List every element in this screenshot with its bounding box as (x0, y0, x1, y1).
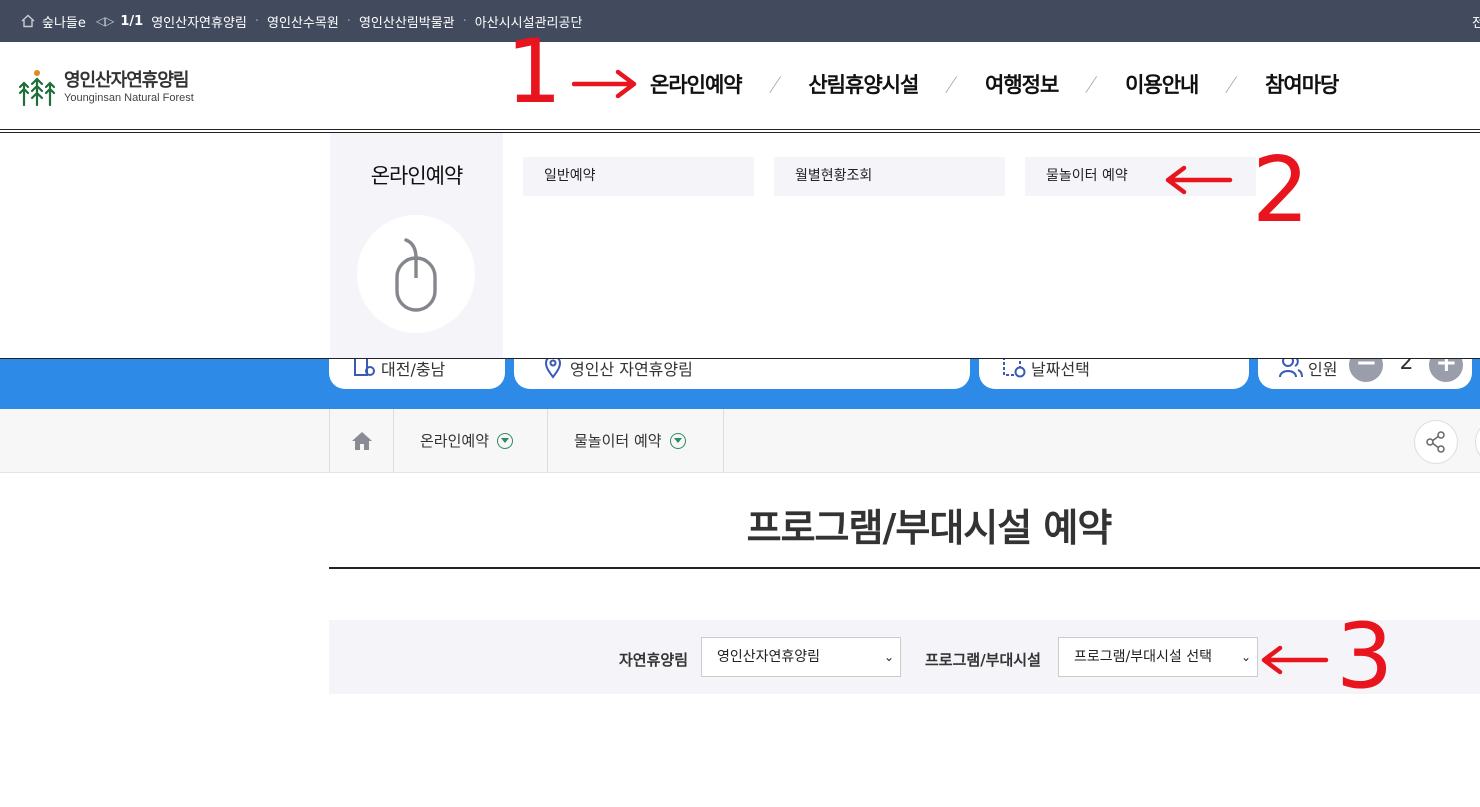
people-plus-button[interactable]: + (1429, 359, 1464, 382)
page-title: 프로그램/부대시설 예약 (746, 506, 1113, 550)
people-selector: 인원 − 2 + (1258, 359, 1472, 389)
nav-separator: / (1223, 72, 1240, 96)
separator-dot: · (462, 13, 467, 29)
chevron-down-icon: ⌄ (883, 650, 894, 664)
mouse-icon (395, 238, 437, 312)
region-selector[interactable]: 대전/충남 (329, 359, 505, 389)
separator-dot: · (254, 13, 260, 29)
annotation-arrow-left-icon (1165, 165, 1233, 195)
annotation-number-2: 2 (1252, 138, 1310, 243)
chevron-down-icon (497, 432, 514, 449)
people-label: 인원 (1308, 360, 1338, 379)
forest-select-label: 자연휴양림 (619, 651, 689, 669)
mega-menu-icon-circle (357, 215, 475, 333)
mega-menu-side-panel: 온라인예약 (330, 133, 503, 358)
forest-select[interactable]: 영인산자연휴양림 ⌄ (701, 637, 901, 677)
annotation-arrow-left-icon (1261, 645, 1329, 675)
nav-usage-guide[interactable]: 이용안내 (1125, 69, 1199, 99)
nav-separator: / (943, 72, 960, 96)
submenu-general-reservation[interactable]: 일반예약 (523, 157, 754, 196)
site-header: 영인산자연휴양림 Younginsan Natural Forest 온라인예약… (0, 42, 1480, 130)
region-label: 대전/충남 (381, 360, 446, 379)
topbar-site-link[interactable]: 영인산수목원 (267, 12, 339, 31)
home-icon (351, 431, 372, 450)
quick-search-band: 대전/충남 영인산 자연휴양림 날짜선택 인원 − 2 + (0, 359, 1480, 409)
map-icon (354, 359, 375, 376)
prev-next-arrows-icon[interactable]: ◁▷ (96, 14, 114, 28)
calendar-icon (1003, 359, 1026, 378)
people-minus-button[interactable]: − (1349, 359, 1384, 382)
topbar-count: 1/1 (120, 13, 144, 29)
topbar-site-link[interactable]: 영인산산림박물관 (359, 12, 455, 31)
forest-logo-icon (18, 70, 56, 107)
nav-forest-facilities[interactable]: 산림휴양시설 (808, 69, 919, 99)
annotation-number-3: 3 (1336, 604, 1394, 709)
nav-travel-info[interactable]: 여행정보 (985, 69, 1059, 99)
site-logo[interactable]: 영인산자연휴양림 Younginsan Natural Forest (18, 69, 194, 107)
submenu-monthly-status[interactable]: 월별현황조회 (774, 157, 1005, 196)
chevron-down-icon: ⌄ (1240, 650, 1251, 664)
annotation-number-1: 1 (506, 20, 562, 123)
mega-menu-title: 온라인예약 (370, 164, 464, 188)
print-button[interactable] (1475, 420, 1480, 464)
top-utility-bar: 숲나들e ◁▷ 1/1 영인산자연휴양림 · 영인산수목원 · 영인산산림박물관 · … (0, 0, 1480, 42)
people-count: 2 (1399, 359, 1414, 375)
program-select-label: 프로그램/부대시설 (925, 651, 1041, 669)
program-select[interactable]: 프로그램/부대시설 선택 ⌄ (1058, 637, 1258, 677)
breadcrumb-home[interactable] (329, 409, 394, 472)
nav-separator: / (1083, 72, 1100, 96)
topbar-brand[interactable]: 숲나들e (42, 12, 86, 31)
location-pin-icon (544, 359, 562, 379)
nav-community[interactable]: 참여마당 (1265, 69, 1339, 99)
nav-online-reservation[interactable]: 온라인예약 (650, 69, 743, 99)
topbar-right-link[interactable]: 전 (1472, 12, 1480, 31)
share-button[interactable] (1414, 420, 1458, 464)
forest-select-value: 영인산자연휴양림 (717, 649, 821, 665)
program-select-value: 프로그램/부대시설 선택 (1074, 649, 1212, 665)
breadcrumb-label: 물놀이터 예약 (574, 432, 662, 450)
facility-selector[interactable]: 영인산 자연휴양림 (514, 359, 970, 389)
facility-label: 영인산 자연휴양림 (570, 360, 693, 379)
annotation-arrow-right-icon (572, 69, 637, 99)
title-divider (329, 567, 1480, 569)
logo-name-kr: 영인산자연휴양림 (64, 70, 189, 91)
people-icon (1279, 359, 1303, 378)
main-navigation: 온라인예약 / 산림휴양시설 / 여행정보 / 이용안내 / 참여마당 (650, 69, 1339, 99)
home-icon[interactable] (20, 13, 36, 29)
separator-dot: · (346, 13, 351, 29)
date-selector[interactable]: 날짜선택 (979, 359, 1249, 389)
date-label: 날짜선택 (1031, 360, 1090, 379)
topbar-site-link[interactable]: 영인산자연휴양림 (151, 12, 247, 31)
breadcrumb-label: 온라인예약 (420, 432, 490, 450)
nav-separator: / (767, 72, 783, 96)
breadcrumb: 온라인예약 물놀이터 예약 (0, 409, 1480, 473)
chevron-down-icon (669, 432, 686, 449)
breadcrumb-item-online-reservation[interactable]: 온라인예약 (394, 409, 548, 472)
logo-name-en: Younginsan Natural Forest (64, 92, 194, 104)
share-icon (1426, 431, 1445, 453)
breadcrumb-item-waterpark[interactable]: 물놀이터 예약 (548, 409, 724, 472)
